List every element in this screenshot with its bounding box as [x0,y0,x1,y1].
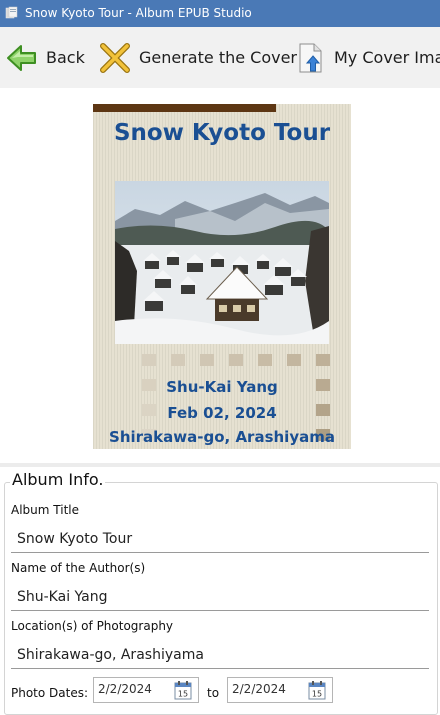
cover-location: Shirakawa-go, Arashiyama [109,428,335,446]
cover-top-bar [93,104,276,112]
location-field[interactable] [11,641,429,669]
back-button[interactable]: Back [6,27,85,88]
cover-preview: Snow Kyoto Tour Shu-Kai Yang Feb 02, 202… [93,104,351,449]
cover-deco-square [258,354,272,366]
back-label: Back [46,48,85,67]
calendar-icon[interactable]: 15 [308,680,326,700]
cover-deco-square [287,354,301,366]
cross-tools-icon [100,42,130,73]
my-cover-image-button[interactable]: My Cover Image [296,27,440,88]
date-from-picker[interactable]: 2/2/2024 15 [93,677,199,703]
calendar-icon[interactable]: 15 [174,680,192,700]
generate-cover-button[interactable]: Generate the Cover [99,27,297,88]
date-to-picker[interactable]: 2/2/2024 15 [227,677,333,703]
location-label: Location(s) of Photography [11,619,174,633]
section-divider [0,463,440,467]
date-from-value: 2/2/2024 [98,682,152,696]
author-field[interactable] [11,583,429,611]
app-icon [5,6,18,19]
calendar-day: 15 [178,690,188,699]
title-bar: Snow Kyoto Tour - Album EPUB Studio [0,0,440,27]
date-to-value: 2/2/2024 [232,682,286,696]
cover-deco-square [316,354,330,366]
window-title: Snow Kyoto Tour - Album EPUB Studio [25,6,252,20]
cover-photo [115,181,329,344]
album-title-label: Album Title [11,503,79,517]
date-to-label: to [207,686,220,700]
calendar-day: 15 [312,690,322,699]
generate-cover-label: Generate the Cover [139,48,298,67]
cover-title: Snow Kyoto Tour [113,120,331,146]
author-label: Name of the Author(s) [11,561,146,575]
upload-file-icon [299,43,322,72]
arrow-left-icon [7,44,36,71]
cover-deco-square [171,354,185,366]
cover-deco-square [200,354,214,366]
album-info-legend: Album Info. [10,470,106,489]
cover-author: Shu-Kai Yang [166,378,278,396]
my-cover-image-label: My Cover Image [334,48,440,67]
cover-preview-area: Snow Kyoto Tour Shu-Kai Yang Feb 02, 202… [0,88,440,463]
toolbar: Back Generate the Cover My Cover Image [0,27,440,88]
cover-date: Feb 02, 2024 [167,404,277,422]
cover-deco-square [229,354,243,366]
photo-dates-label: Photo Dates: [11,686,89,700]
album-title-field[interactable] [11,525,429,553]
cover-deco-square [142,354,156,366]
